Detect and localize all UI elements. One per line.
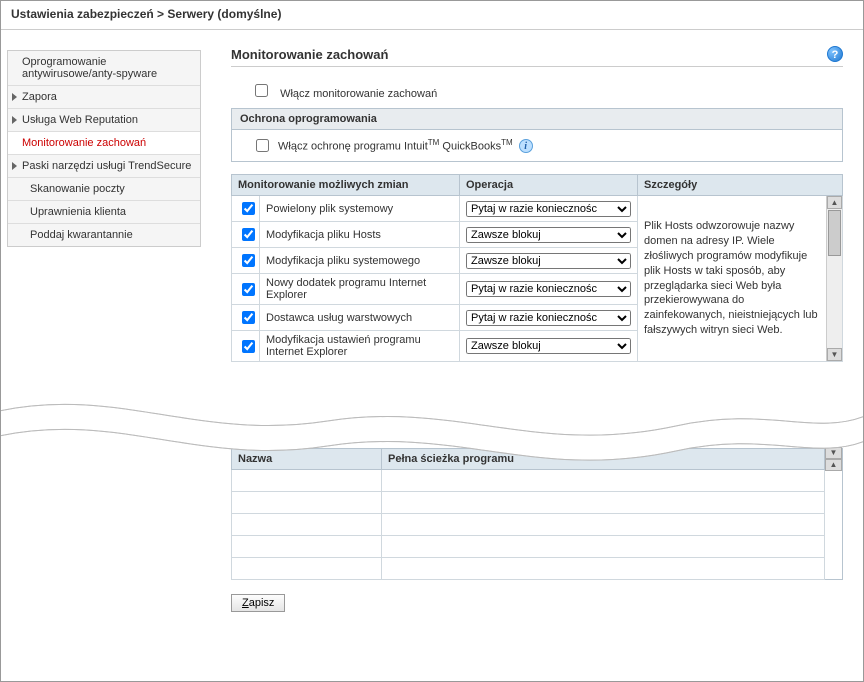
- sidebar-item-label: Poddaj kwarantannie: [30, 229, 133, 241]
- page-title: Monitorowanie zachowań: [231, 47, 388, 62]
- scroll-down-icon[interactable]: ▼: [827, 348, 842, 361]
- table-row: [232, 470, 843, 492]
- table-row: [232, 492, 843, 514]
- blocked-col-path: Pełna ścieżka programu: [382, 449, 825, 470]
- rule-checkbox[interactable]: [242, 202, 255, 215]
- enable-behavior-label: Włącz monitorowanie zachowań: [280, 88, 437, 100]
- sidebar-item-label: Monitorowanie zachowań: [22, 137, 146, 149]
- operation-select[interactable]: Pytaj w razie koniecznoścZawsze blokuj: [466, 201, 631, 217]
- table-row: [232, 514, 843, 536]
- operation-select[interactable]: Pytaj w razie koniecznoścZawsze blokuj: [466, 338, 631, 354]
- sidebar-item-label: Zapora: [22, 91, 57, 103]
- details-scrollbar[interactable]: ▲▼: [826, 196, 842, 361]
- quickbooks-label: Włącz ochronę programu IntuitTM QuickBoo…: [278, 138, 513, 153]
- sidebar: Oprogramowanie antywirusowe/anty-spyware…: [1, 30, 201, 680]
- sidebar-item-label: Usługa Web Reputation: [22, 114, 138, 126]
- blocked-col-name: Nazwa: [232, 449, 382, 470]
- sidebar-item-label: Paski narzędzi usługi TrendSecure: [22, 160, 191, 172]
- software-protection-header: Ochrona oprogramowania: [231, 108, 843, 130]
- scroll-down-icon[interactable]: ▼: [825, 447, 842, 459]
- scroll-up-icon[interactable]: ▲: [827, 196, 842, 209]
- operation-select[interactable]: Pytaj w razie koniecznoścZawsze blokuj: [466, 310, 631, 326]
- blocked-programs-label: Lista zablokowanych programów: [231, 430, 843, 442]
- operation-select[interactable]: Pytaj w razie koniecznoścZawsze blokuj: [466, 227, 631, 243]
- details-header: Szczegóły: [638, 175, 843, 196]
- rule-checkbox[interactable]: [242, 311, 255, 324]
- chevron-right-icon: [12, 116, 17, 124]
- info-icon[interactable]: i: [519, 139, 533, 153]
- operation-select[interactable]: Pytaj w razie koniecznoścZawsze blokuj: [466, 281, 631, 297]
- rule-name: Modyfikacja pliku Hosts: [260, 222, 460, 248]
- sidebar-item-label: Oprogramowanie antywirusowe/anty-spyware: [22, 56, 157, 80]
- changes-table: Monitorowanie możliwych zmian Operacja S…: [231, 174, 843, 362]
- help-icon[interactable]: ?: [827, 46, 843, 62]
- operation-header: Operacja: [460, 175, 638, 196]
- rule-checkbox[interactable]: [242, 254, 255, 267]
- sidebar-item-label: Skanowanie poczty: [30, 183, 125, 195]
- details-text: Plik Hosts odwzorowuje nazwy domen na ad…: [638, 196, 843, 362]
- scroll-up-icon[interactable]: ▲: [825, 459, 842, 471]
- chevron-right-icon: [12, 93, 17, 101]
- sidebar-item-5[interactable]: Skanowanie poczty: [8, 178, 200, 201]
- chevron-right-icon: [12, 162, 17, 170]
- sidebar-item-6[interactable]: Uprawnienia klienta: [8, 201, 200, 224]
- sidebar-item-0[interactable]: Oprogramowanie antywirusowe/anty-spyware: [8, 51, 200, 86]
- rule-name: Nowy dodatek programu Internet Explorer: [260, 274, 460, 305]
- breadcrumb: Ustawienia zabezpieczeń > Serwery (domyś…: [1, 1, 863, 30]
- table-row: [232, 558, 843, 580]
- sidebar-item-1[interactable]: Zapora: [8, 86, 200, 109]
- main-panel: Monitorowanie zachowań ? Włącz monitorow…: [201, 30, 863, 680]
- enable-quickbooks-checkbox[interactable]: [256, 139, 269, 152]
- blocked-programs-table: Nazwa Pełna ścieżka programu ▲ ▼: [231, 448, 843, 580]
- sidebar-item-2[interactable]: Usługa Web Reputation: [8, 109, 200, 132]
- enable-behavior-checkbox[interactable]: [255, 84, 268, 97]
- table-row: [232, 536, 843, 558]
- sidebar-item-4[interactable]: Paski narzędzi usługi TrendSecure: [8, 155, 200, 178]
- rule-checkbox[interactable]: [242, 283, 255, 296]
- table-row: Powielony plik systemowy Pytaj w razie ko…: [232, 196, 843, 222]
- rule-name: Dostawca usług warstwowych: [260, 305, 460, 331]
- changes-header: Monitorowanie możliwych zmian: [232, 175, 460, 196]
- scroll-thumb[interactable]: [828, 210, 841, 256]
- rule-checkbox[interactable]: [242, 340, 255, 353]
- save-button[interactable]: Zapisz: [231, 594, 285, 612]
- rule-name: Modyfikacja ustawień programu Internet E…: [260, 331, 460, 362]
- sidebar-item-label: Uprawnienia klienta: [30, 206, 126, 218]
- sidebar-item-7[interactable]: Poddaj kwarantannie: [8, 224, 200, 246]
- rule-checkbox[interactable]: [242, 228, 255, 241]
- rule-name: Modyfikacja pliku systemowego: [260, 248, 460, 274]
- sidebar-item-3[interactable]: Monitorowanie zachowań: [8, 132, 200, 155]
- rule-name: Powielony plik systemowy: [260, 196, 460, 222]
- operation-select[interactable]: Pytaj w razie koniecznoścZawsze blokuj: [466, 253, 631, 269]
